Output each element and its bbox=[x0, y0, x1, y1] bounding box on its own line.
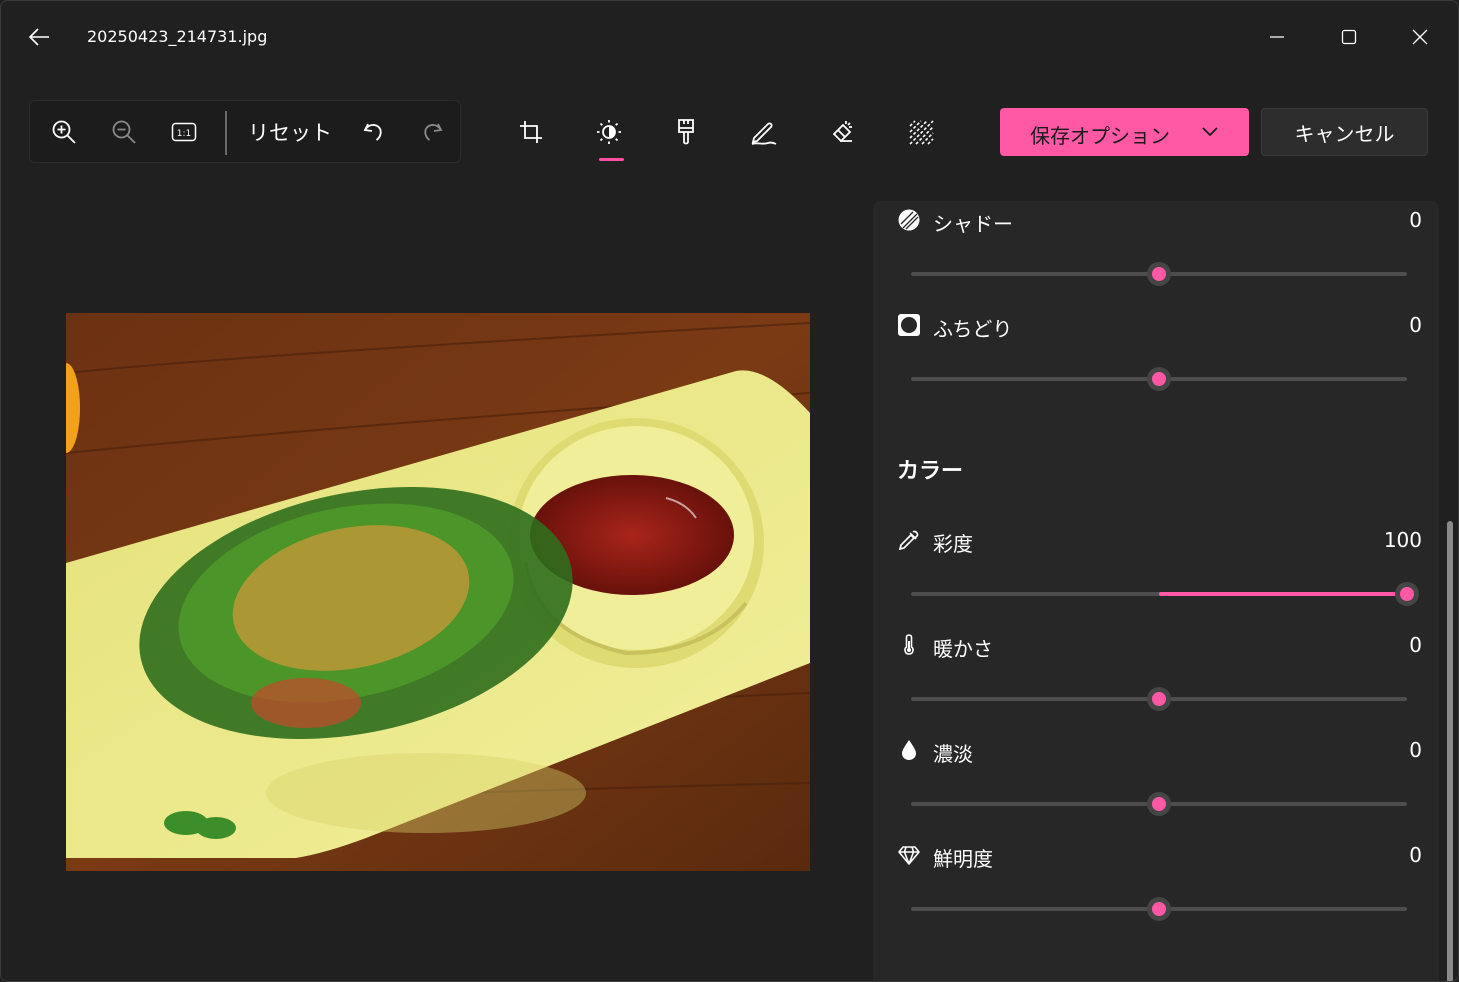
maximize-icon bbox=[1341, 29, 1357, 45]
vignette-slider[interactable] bbox=[911, 367, 1407, 391]
erase-icon bbox=[832, 121, 852, 143]
back-button[interactable] bbox=[19, 19, 59, 55]
close-icon bbox=[1412, 29, 1428, 45]
photo-image bbox=[66, 313, 810, 871]
saturation-value: 100 bbox=[1383, 528, 1422, 552]
photo-preview bbox=[66, 313, 810, 871]
adjustment-panel: シャドー 0 ふちどり 0 カラー 彩度 100 暖かさ 0 濃淡 0 鮮明度 … bbox=[873, 201, 1439, 981]
actual-size-button[interactable]: 1:1 bbox=[162, 111, 206, 153]
saturation-slider[interactable] bbox=[911, 582, 1419, 606]
filter-brush-icon bbox=[678, 119, 694, 145]
vignette-value: 0 bbox=[1409, 313, 1422, 337]
adjust-tab[interactable] bbox=[586, 109, 632, 155]
undo-button[interactable] bbox=[352, 111, 396, 153]
toolbar-divider bbox=[225, 111, 227, 155]
actual-size-icon: 1:1 bbox=[171, 122, 197, 142]
undo-icon bbox=[363, 123, 382, 141]
warmth-value: 0 bbox=[1409, 633, 1422, 657]
vignette-adjustment: ふちどり 0 bbox=[873, 311, 1439, 416]
slider-thumb[interactable] bbox=[1147, 687, 1171, 711]
shadow-value: 0 bbox=[1409, 208, 1422, 232]
background-blur-icon bbox=[909, 120, 934, 145]
crop-icon bbox=[520, 121, 542, 143]
warmth-slider[interactable] bbox=[911, 687, 1407, 711]
slider-thumb[interactable] bbox=[1147, 367, 1171, 391]
window-title: 20250423_214731.jpg bbox=[87, 27, 268, 46]
slider-thumb[interactable] bbox=[1147, 262, 1171, 286]
slider-fill bbox=[1159, 592, 1407, 596]
crop-tab[interactable] bbox=[508, 109, 554, 155]
photos-editor-window: 20250423_214731.jpg 1:1 リセット 保存オプション キャン… bbox=[0, 0, 1459, 982]
markup-tab[interactable] bbox=[741, 109, 787, 155]
zoom-in-icon bbox=[52, 120, 76, 144]
vignette-label: ふちどり bbox=[933, 317, 1013, 341]
clarity-slider[interactable] bbox=[911, 897, 1407, 921]
maximize-button[interactable] bbox=[1326, 15, 1372, 59]
tint-value: 0 bbox=[1409, 738, 1422, 762]
erase-tab[interactable] bbox=[819, 109, 865, 155]
saturation-adjustment: 彩度 100 bbox=[873, 526, 1439, 631]
svg-text:1:1: 1:1 bbox=[177, 129, 191, 139]
filter-tab[interactable] bbox=[663, 109, 709, 155]
save-options-label: 保存オプション bbox=[1030, 124, 1170, 148]
shadow-slider[interactable] bbox=[911, 262, 1407, 286]
droplet-icon bbox=[895, 736, 923, 764]
saturation-label: 彩度 bbox=[933, 532, 973, 556]
adjust-brightness-icon bbox=[597, 120, 621, 144]
markup-pen-icon bbox=[751, 122, 777, 145]
redo-icon bbox=[424, 123, 443, 141]
cancel-button[interactable]: キャンセル bbox=[1261, 108, 1428, 156]
tint-label: 濃淡 bbox=[933, 742, 973, 766]
thermometer-icon bbox=[895, 631, 923, 659]
title-bar: 20250423_214731.jpg bbox=[1, 1, 1458, 73]
shadow-icon bbox=[895, 206, 923, 234]
slider-thumb[interactable] bbox=[1147, 792, 1171, 816]
vignette-icon bbox=[895, 311, 923, 339]
reset-button[interactable]: リセット bbox=[240, 111, 340, 153]
minimize-button[interactable] bbox=[1254, 15, 1300, 59]
zoom-in-button[interactable] bbox=[42, 111, 86, 153]
color-section-title: カラー bbox=[897, 459, 964, 484]
tint-adjustment: 濃淡 0 bbox=[873, 736, 1439, 841]
slider-thumb[interactable] bbox=[1147, 897, 1171, 921]
redo-button[interactable] bbox=[410, 111, 454, 153]
shadow-adjustment: シャドー 0 bbox=[873, 206, 1439, 311]
tint-slider[interactable] bbox=[911, 792, 1407, 816]
shadow-label: シャドー bbox=[933, 212, 1013, 236]
eyedropper-icon bbox=[895, 526, 923, 554]
panel-scrollbar[interactable] bbox=[1447, 521, 1453, 981]
zoom-out-button[interactable] bbox=[102, 111, 146, 153]
clarity-value: 0 bbox=[1409, 843, 1422, 867]
diamond-icon bbox=[895, 841, 923, 869]
close-button[interactable] bbox=[1397, 15, 1443, 59]
back-arrow-icon bbox=[28, 28, 49, 46]
chevron-down-icon bbox=[1202, 127, 1218, 137]
slider-thumb[interactable] bbox=[1395, 582, 1419, 606]
selected-tab-indicator bbox=[599, 158, 624, 161]
clarity-label: 鮮明度 bbox=[933, 847, 993, 871]
warmth-label: 暖かさ bbox=[933, 637, 993, 661]
minimize-icon bbox=[1270, 36, 1284, 38]
clarity-adjustment: 鮮明度 0 bbox=[873, 841, 1439, 946]
warmth-adjustment: 暖かさ 0 bbox=[873, 631, 1439, 736]
background-tab[interactable] bbox=[898, 109, 944, 155]
view-tool-group: 1:1 リセット bbox=[29, 100, 461, 163]
save-options-button[interactable]: 保存オプション bbox=[1000, 108, 1249, 156]
zoom-out-icon bbox=[112, 120, 136, 144]
